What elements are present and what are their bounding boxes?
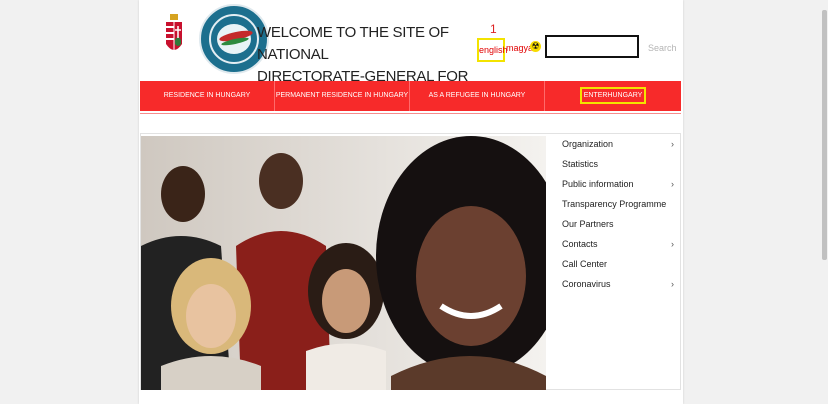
sidebar-item-statistics[interactable]: Statistics <box>562 154 674 174</box>
chevron-right-icon: › <box>671 139 674 149</box>
sidebar-item-label: Statistics <box>562 159 599 169</box>
chevron-right-icon: › <box>671 179 674 189</box>
search-button[interactable]: Search <box>648 43 677 53</box>
annotation-marker: 1 <box>490 22 497 36</box>
sidebar-item-label: Our Partners <box>562 219 614 229</box>
search-input[interactable] <box>545 35 639 58</box>
site-title-line1: WELCOME TO THE SITE OF NATIONAL <box>257 24 449 63</box>
chevron-right-icon: › <box>671 239 674 249</box>
sidebar-item-organization[interactable]: Organization › <box>562 134 674 154</box>
page-scrollbar[interactable] <box>821 0 828 404</box>
sidebar-item-label: Transparency Programme <box>562 199 667 209</box>
accessibility-icon[interactable]: ☢ <box>530 41 541 52</box>
nav-enterhungary[interactable]: ENTERHUNGARY <box>545 81 681 111</box>
sidebar-item-contacts[interactable]: Contacts › <box>562 234 674 254</box>
nav-as-a-refugee[interactable]: AS A REFUGEE IN HUNGARY <box>410 81 545 111</box>
sidebar-item-our-partners[interactable]: Our Partners <box>562 214 674 234</box>
chevron-right-icon: › <box>671 279 674 289</box>
sidebar-item-coronavirus[interactable]: Coronavirus › <box>562 274 674 294</box>
language-english-link[interactable]: english <box>477 38 508 62</box>
sidebar-item-label: Contacts <box>562 239 598 249</box>
hero-photo <box>141 136 546 390</box>
site-header: WELCOME TO THE SITE OF NATIONAL DIRECTOR… <box>139 0 683 107</box>
sidebar-item-public-information[interactable]: Public information › <box>562 174 674 194</box>
main-content: Organization › Statistics Public informa… <box>140 133 681 390</box>
page-container: WELCOME TO THE SITE OF NATIONAL DIRECTOR… <box>139 0 683 404</box>
sidebar-item-label: Call Center <box>562 259 608 269</box>
sidebar-item-label: Organization <box>562 139 614 149</box>
sidebar-item-call-center[interactable]: Call Center <box>562 254 674 274</box>
hungary-coat-of-arms-icon <box>166 14 182 52</box>
scrollbar-thumb[interactable] <box>822 10 827 260</box>
sidebar-item-transparency-programme[interactable]: Transparency Programme <box>562 194 674 214</box>
main-nav: RESIDENCE IN HUNGARY PERMANENT RESIDENCE… <box>140 81 681 111</box>
sidebar-item-label: Public information <box>562 179 634 189</box>
sidebar-item-label: Coronavirus <box>562 279 611 289</box>
nav-permanent-residence[interactable]: PERMANENT RESIDENCE IN HUNGARY <box>275 81 410 111</box>
nav-divider <box>140 113 681 114</box>
nav-residence-in-hungary[interactable]: RESIDENCE IN HUNGARY <box>140 81 275 111</box>
